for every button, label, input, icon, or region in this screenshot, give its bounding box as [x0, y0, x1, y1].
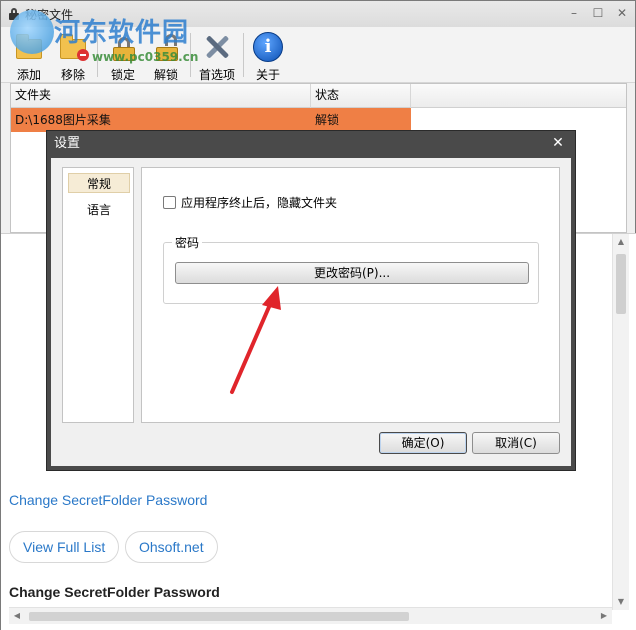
hide-folders-label: 应用程序终止后，隐藏文件夹 — [181, 195, 338, 210]
vertical-scroll-thumb[interactable] — [616, 254, 626, 314]
maximize-button[interactable]: ☐ — [591, 6, 605, 20]
close-button[interactable]: ✕ — [615, 6, 629, 20]
app-title: 秘密文件 — [25, 7, 74, 22]
scroll-down-icon[interactable]: ▼ — [613, 594, 629, 610]
about-label: 关于 — [255, 68, 280, 82]
hide-folders-option[interactable]: 应用程序终止后，隐藏文件夹 — [163, 194, 337, 210]
nav-item-general[interactable]: 常规 — [68, 173, 130, 193]
status-cell: 解锁 — [315, 113, 340, 127]
app-titlebar[interactable]: 秘密文件 – ☐ ✕ — [1, 1, 635, 27]
view-full-list-button[interactable]: View Full List — [9, 531, 120, 563]
column-header-folder[interactable]: 文件夹 — [11, 84, 311, 108]
cancel-button[interactable]: 取消(C) — [472, 432, 560, 454]
ohsoft-link-button[interactable]: Ohsoft.net — [125, 531, 218, 563]
add-label: 添加 — [16, 68, 41, 82]
dialog-close-icon[interactable]: ✕ — [549, 134, 567, 152]
help-heading: Change SecretFolder Password — [9, 584, 220, 600]
password-group: 密码 更改密码(P)... — [163, 234, 539, 304]
toolbar-separator — [97, 33, 98, 77]
dialog-titlebar[interactable]: 设置 — [47, 131, 575, 157]
column-header-status[interactable]: 状态 — [311, 84, 411, 108]
preferences-button[interactable]: 首选项 — [195, 29, 239, 82]
lock-label: 锁定 — [110, 68, 135, 82]
unlock-label: 解锁 — [153, 68, 178, 82]
folder-add-icon — [13, 31, 45, 63]
add-button[interactable]: 添加 — [7, 29, 51, 82]
dialog-body: 常规 语言 应用程序终止后，隐藏文件夹 密码 更改密码(P)... 确定(O) … — [51, 158, 571, 466]
folder-remove-icon — [57, 31, 89, 63]
preferences-label: 首选项 — [198, 68, 235, 82]
password-group-title: 密码 — [172, 234, 203, 251]
scroll-right-icon[interactable]: ▶ — [596, 608, 612, 624]
dialog-title: 设置 — [54, 136, 81, 151]
scroll-left-icon[interactable]: ◀ — [9, 608, 25, 624]
nav-item-language[interactable]: 语言 — [68, 200, 130, 220]
table-row[interactable]: D:\1688图片采集 解锁 — [11, 108, 411, 132]
unlock-button[interactable]: 解锁 — [144, 29, 188, 82]
window-controls: – ☐ ✕ — [567, 6, 629, 20]
minimize-button[interactable]: – — [567, 6, 581, 20]
toolbar: 添加 移除 锁定 解锁 首选项 i 关于 — [1, 27, 635, 83]
list-header: 文件夹 状态 — [11, 84, 626, 108]
tools-icon — [201, 31, 233, 63]
help-link-title[interactable]: Change SecretFolder Password — [9, 492, 207, 508]
horizontal-scroll-thumb[interactable] — [29, 612, 409, 621]
ok-button[interactable]: 确定(O) — [379, 432, 467, 454]
remove-button[interactable]: 移除 — [51, 29, 95, 82]
toolbar-separator — [243, 33, 244, 77]
scroll-up-icon[interactable]: ▲ — [613, 234, 629, 250]
unlock-icon — [150, 31, 182, 63]
hide-folders-checkbox[interactable] — [163, 195, 176, 209]
lock-button[interactable]: 锁定 — [101, 29, 145, 82]
info-icon: i — [252, 31, 284, 63]
folder-path-cell: D:\1688图片采集 — [15, 113, 111, 127]
horizontal-scrollbar[interactable]: ◀ ▶ — [9, 607, 612, 624]
settings-nav: 常规 语言 — [62, 167, 134, 423]
vertical-scrollbar[interactable]: ▲ ▼ — [612, 234, 629, 610]
remove-label: 移除 — [60, 68, 85, 82]
about-button[interactable]: i 关于 — [246, 29, 290, 82]
lock-icon — [9, 8, 19, 20]
lock-icon — [107, 31, 139, 63]
settings-dialog: 设置 ✕ 常规 语言 应用程序终止后，隐藏文件夹 密码 更改密码(P)... 确… — [46, 130, 576, 471]
toolbar-separator — [190, 33, 191, 77]
change-password-button[interactable]: 更改密码(P)... — [175, 262, 529, 284]
settings-content: 应用程序终止后，隐藏文件夹 密码 更改密码(P)... — [141, 167, 560, 423]
